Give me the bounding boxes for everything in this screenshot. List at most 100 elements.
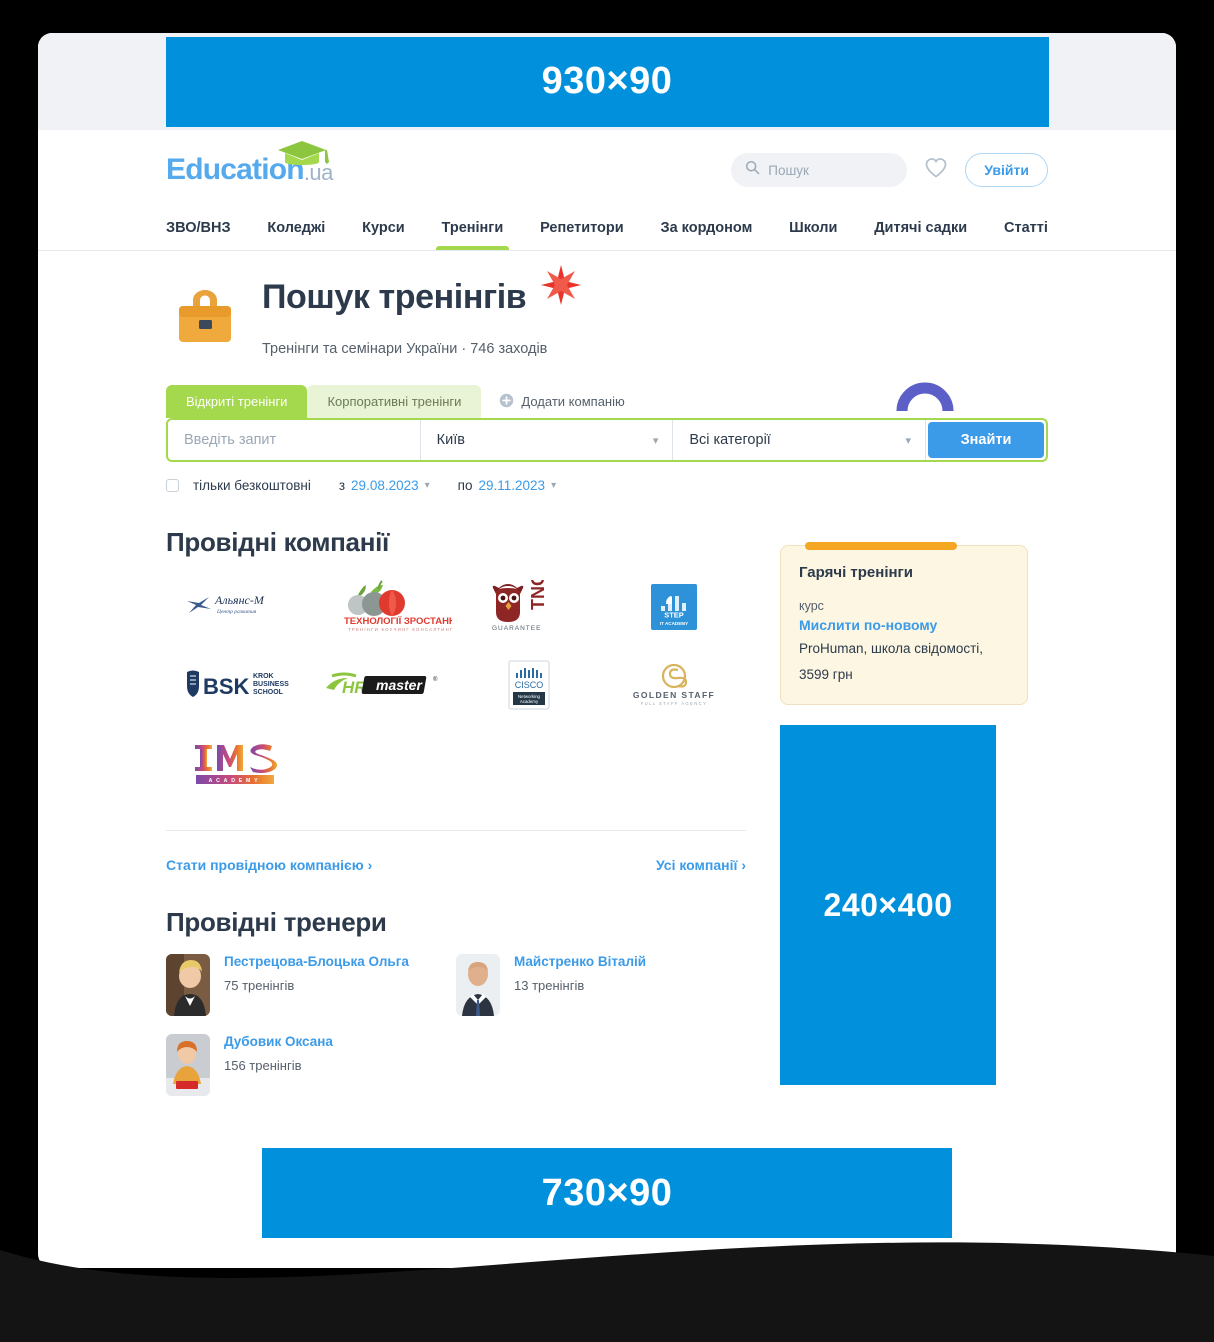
- nav-item-trainings[interactable]: Тренінги: [435, 210, 509, 250]
- date-to-value[interactable]: 29.11.2023: [478, 478, 545, 493]
- svg-text:ТРЕНІНГИ КОУЧИНГ КОНСАЛТИНГ: ТРЕНІНГИ КОУЧИНГ КОНСАЛТИНГ: [348, 627, 452, 632]
- trainer-name[interactable]: Дубовик Оксана: [224, 1034, 333, 1049]
- search-icon: [745, 160, 760, 180]
- companies-divider: [166, 830, 746, 831]
- date-from-value[interactable]: 29.08.2023: [351, 478, 419, 493]
- nav-item-articles[interactable]: Статті: [1004, 210, 1048, 250]
- header-actions: Увійти: [731, 153, 1048, 187]
- trainer-count: 75 тренінгів: [224, 978, 295, 993]
- nav-item-courses[interactable]: Курси: [362, 210, 405, 250]
- nav-item-schools[interactable]: Школи: [789, 210, 837, 250]
- svg-text:Центр развития: Центр развития: [216, 609, 257, 615]
- date-from-group: з 29.08.2023 ▾: [339, 478, 430, 493]
- trainer-count: 13 тренінгів: [514, 978, 585, 993]
- category-value: Всі категорії: [689, 432, 771, 448]
- free-only-checkbox[interactable]: [166, 479, 179, 492]
- nav-item-colleges[interactable]: Коледжі: [267, 210, 325, 250]
- company-logo-hrmaster[interactable]: HR master ®: [311, 654, 456, 716]
- nav-item-kindergartens[interactable]: Дитячі садки: [874, 210, 967, 250]
- chevron-right-icon: ›: [367, 857, 373, 873]
- site-logo[interactable]: Education .ua: [166, 141, 333, 187]
- become-leading-company-link[interactable]: Стати провідною компанією ›: [166, 857, 372, 873]
- svg-text:master: master: [376, 677, 423, 693]
- hot-training-kind: курс: [799, 599, 824, 613]
- hot-training-provider: ProHuman, школа свідомості,: [799, 641, 984, 656]
- svg-text:Альянс-М: Альянс-М: [214, 593, 265, 607]
- graduation-cap-icon: [274, 137, 330, 174]
- company-logo-alliance-m[interactable]: Альянс-М Центр развития: [166, 576, 311, 638]
- company-logo-golden-staff[interactable]: GOLDEN STAFF FULL STAFF AGENCY: [601, 654, 746, 716]
- search-submit-button[interactable]: Знайти: [928, 422, 1045, 458]
- page-title-block: Пошук тренінгів Тренінги та семінари Укр…: [262, 265, 585, 357]
- trainer-name[interactable]: Майстренко Віталій: [514, 954, 646, 969]
- ad-banner-top[interactable]: 930×90: [165, 36, 1049, 127]
- trainer-info: Пестрецова-Блоцька Ольга 75 тренінгів: [224, 954, 409, 1016]
- hot-training-price: 3599 грн: [799, 666, 853, 682]
- svg-text:KROK: KROK: [253, 673, 274, 680]
- svg-text:FULL STAFF AGENCY: FULL STAFF AGENCY: [640, 701, 707, 706]
- company-logo-bsk-krok[interactable]: BSK KROK BUSINESS SCHOOL: [166, 654, 311, 716]
- search-bar: Київ ▾ Всі категорії ▾ Знайти: [166, 418, 1048, 462]
- search-input[interactable]: [768, 162, 889, 178]
- svg-text:IT ACADEMY: IT ACADEMY: [659, 621, 687, 626]
- right-column: Гарячі тренінги курс Мислити по-новому P…: [780, 493, 1028, 1086]
- city-select[interactable]: Київ ▾: [421, 420, 674, 460]
- trainers-heading: Провідні тренери: [166, 907, 387, 937]
- content-columns: Провідні компанії Альянс-М Центр развити…: [166, 493, 1048, 1114]
- chevron-down-icon[interactable]: ▾: [551, 480, 556, 491]
- companies-heading: Провідні компанії: [166, 527, 390, 557]
- trainer-info: Дубовик Оксана 156 тренінгів: [224, 1034, 333, 1096]
- trainer-card[interactable]: Пестрецова-Блоцька Ольга 75 тренінгів: [166, 954, 456, 1016]
- header-search[interactable]: [731, 153, 908, 187]
- ad-banner-side[interactable]: 240×400: [780, 725, 996, 1086]
- nav-item-abroad[interactable]: За кордоном: [660, 210, 752, 250]
- svg-text:GOLDEN STAFF: GOLDEN STAFF: [632, 690, 714, 700]
- query-field[interactable]: [168, 420, 421, 460]
- plus-circle-icon: [499, 393, 514, 411]
- trainer-info: Майстренко Віталій 13 тренінгів: [514, 954, 646, 1016]
- chevron-right-icon: ›: [741, 857, 746, 873]
- date-to-group: по 29.11.2023 ▾: [458, 478, 556, 493]
- company-logo-ims-academy[interactable]: ACADEMY: [166, 732, 311, 794]
- svg-text:CISCO: CISCO: [514, 680, 543, 690]
- trainer-name[interactable]: Пестрецова-Блоцька Ольга: [224, 954, 409, 969]
- left-column: Провідні компанії Альянс-М Центр развити…: [166, 493, 746, 1114]
- nav-item-vuz[interactable]: ЗВО/ВНЗ: [166, 210, 231, 250]
- svg-text:BUSINESS: BUSINESS: [253, 681, 289, 688]
- company-logo-tng[interactable]: TNG GUARANTEE: [456, 576, 601, 638]
- all-companies-link[interactable]: Усі компанії ›: [656, 857, 746, 873]
- add-company-button[interactable]: Додати компанію: [499, 393, 625, 411]
- login-button[interactable]: Увійти: [965, 153, 1048, 187]
- star-decoration-icon: [537, 261, 585, 314]
- company-logo-grid: Альянс-М Центр развития ТЕХНОЛОГІЇ ЗРОСТ…: [166, 576, 746, 794]
- favorites-button[interactable]: [923, 157, 949, 183]
- page-content: Пошук тренінгів Тренінги та семінари Укр…: [38, 265, 1176, 1268]
- date-from-label: з: [338, 478, 346, 493]
- category-select[interactable]: Всі категорії ▾: [673, 420, 927, 460]
- search-tabs: Відкриті тренінги Корпоративні тренінги …: [166, 385, 1048, 418]
- chevron-down-icon[interactable]: ▾: [425, 480, 430, 491]
- svg-text:ТЕХНОЛОГІЇ ЗРОСТАННЯ: ТЕХНОЛОГІЇ ЗРОСТАННЯ: [344, 616, 452, 627]
- tab-corporate-trainings[interactable]: Корпоративні тренінги: [307, 385, 482, 418]
- hot-training-name[interactable]: Мислити по-новому: [799, 617, 1009, 633]
- screenshot-stage: 930×90 Education .ua Пошук Увійти ЗВО/ВН…: [0, 0, 1214, 1342]
- avatar: [456, 954, 500, 1016]
- city-value: Київ: [436, 432, 465, 448]
- query-input[interactable]: [184, 432, 404, 448]
- company-logo-step-it-academy[interactable]: STEP IT ACADEMY: [601, 576, 746, 638]
- date-to-label: по: [457, 478, 473, 493]
- page-subtitle: Тренінги та семінари України · 746 заход…: [262, 341, 548, 357]
- company-logo-tech-zrostannya[interactable]: ТЕХНОЛОГІЇ ЗРОСТАННЯ ТРЕНІНГИ КОУЧИНГ КО…: [311, 576, 456, 638]
- all-companies-label: Усі компанії: [655, 857, 738, 873]
- tab-open-trainings[interactable]: Відкриті тренінги: [166, 385, 308, 418]
- trainer-count: 156 тренінгів: [224, 1058, 302, 1073]
- svg-text:SCHOOL: SCHOOL: [253, 689, 284, 696]
- heart-icon: [924, 157, 948, 184]
- company-logo-cisco-networking-academy[interactable]: CISCO Networking Academy: [456, 654, 601, 716]
- browser-page: 930×90 Education .ua Пошук Увійти ЗВО/ВН…: [38, 33, 1176, 1268]
- trainer-card[interactable]: Майстренко Віталій 13 тренінгів: [456, 954, 746, 1016]
- companies-links: Стати провідною компанією › Усі компанії…: [166, 857, 746, 873]
- trainers-list: Пестрецова-Блоцька Ольга 75 тренінгів Ма…: [166, 954, 746, 1114]
- nav-item-tutors[interactable]: Репетитори: [540, 210, 624, 250]
- trainer-card[interactable]: Дубовик Оксана 156 тренінгів: [166, 1034, 456, 1096]
